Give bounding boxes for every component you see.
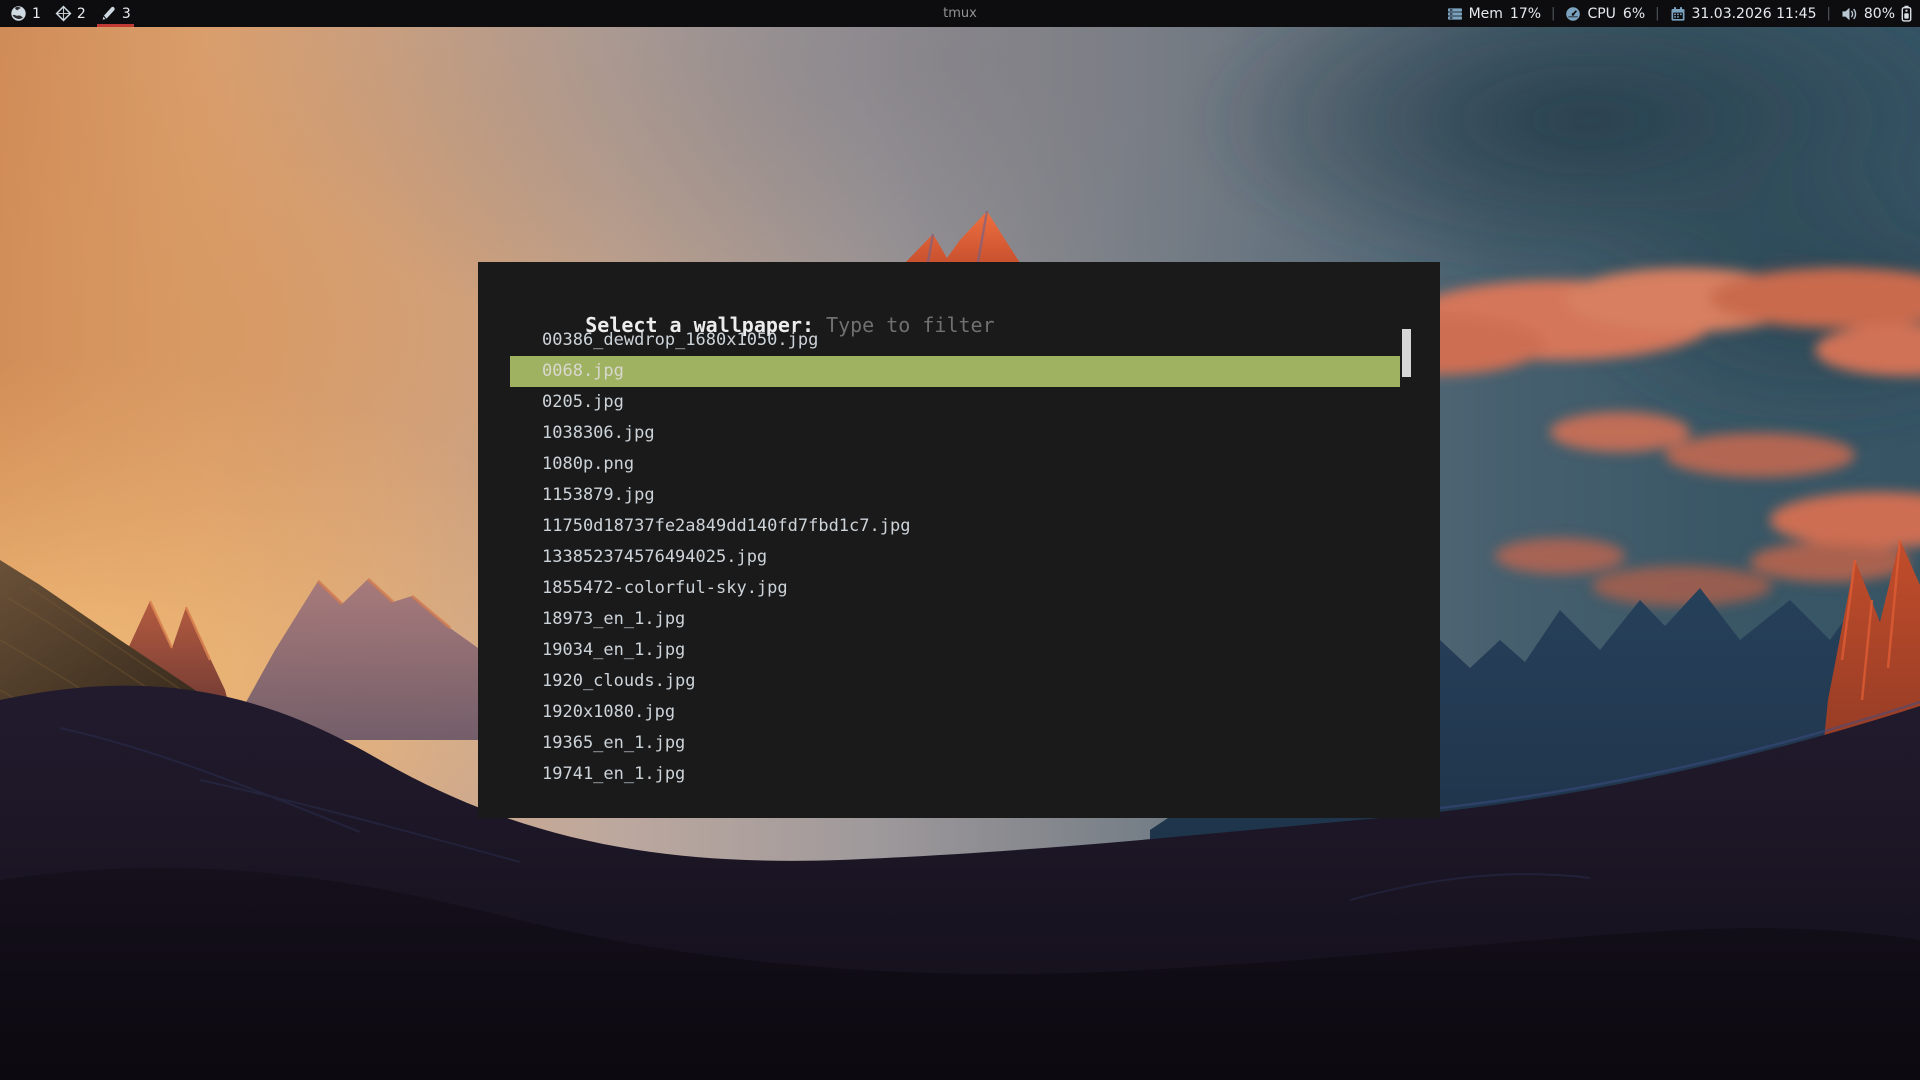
workspace-3[interactable]: 3 (100, 0, 131, 27)
wallpaper-filename: 0068.jpg (542, 361, 624, 381)
wallpaper-filename: 1038306.jpg (542, 423, 655, 443)
cpu-label: CPU (1587, 6, 1615, 22)
wallpaper-filename: 1855472-colorful-sky.jpg (542, 578, 788, 598)
wallpaper-list-item[interactable]: 1855472-colorful-sky.jpg (510, 573, 1400, 604)
wallpaper-filename: 00386_dewdrop_1680x1050.jpg (542, 330, 818, 350)
wallpaper-list-item[interactable]: 1038306.jpg (510, 418, 1400, 449)
workspace-label: 1 (32, 6, 41, 22)
wallpaper-list-item[interactable]: 00386_dewdrop_1680x1050.jpg (510, 325, 1400, 356)
wallpaper-list-item[interactable]: 19741_en_1.jpg (510, 759, 1400, 790)
cpu-module: CPU 6% (1565, 6, 1645, 22)
wallpaper-filename: 1153879.jpg (542, 485, 655, 505)
datetime: 31.03.2026 11:45 (1692, 6, 1817, 22)
separator: | (1826, 6, 1830, 21)
separator: | (1551, 6, 1555, 21)
calendar-icon (1670, 6, 1686, 22)
separator: | (1655, 6, 1659, 21)
wallpaper-filename: 1920_clouds.jpg (542, 671, 696, 691)
workspace-1[interactable]: 1 (10, 0, 41, 27)
desktop: 1 2 3 tmux Mem 17% (0, 0, 1920, 1080)
wallpaper-filename: 19741_en_1.jpg (542, 764, 685, 784)
status-bar: 1 2 3 tmux Mem 17% (0, 0, 1920, 27)
window-title: tmux (943, 0, 977, 27)
wallpaper-filename: 18973_en_1.jpg (542, 609, 685, 629)
wallpaper-list-item[interactable]: 19365_en_1.jpg (510, 728, 1400, 759)
volume-value: 80% (1864, 6, 1895, 22)
volume-battery-module: 80% (1841, 5, 1912, 22)
memory-label: Mem (1469, 6, 1503, 22)
wallpaper-picker-dialog: Select a wallpaper:Type to filter 00386_… (478, 262, 1440, 818)
workspace-2[interactable]: 2 (55, 0, 86, 27)
speaker-icon (1841, 6, 1858, 22)
wallpaper-list-item[interactable]: 1153879.jpg (510, 480, 1400, 511)
wallpaper-filename: 1920x1080.jpg (542, 702, 675, 722)
wallpaper-list-item[interactable]: 11750d18737fe2a849dd140fd7fbd1c7.jpg (510, 511, 1400, 542)
wallpaper-list-item[interactable]: 133852374576494025.jpg (510, 542, 1400, 573)
status-modules: Mem 17% | CPU 6% | 31.03.2026 11:45 | (1447, 0, 1920, 27)
wallpaper-list-item[interactable]: 19034_en_1.jpg (510, 635, 1400, 666)
wallpaper-list-item[interactable]: 0068.jpg (510, 356, 1400, 387)
cpu-gauge-icon (1565, 6, 1581, 22)
wallpaper-filename: 0205.jpg (542, 392, 624, 412)
pen-icon (100, 5, 117, 22)
wallpaper-filename: 11750d18737fe2a849dd140fd7fbd1c7.jpg (542, 516, 910, 536)
wallpaper-list-item[interactable]: 0205.jpg (510, 387, 1400, 418)
workspace-label: 3 (122, 6, 131, 22)
globe-icon (10, 5, 27, 22)
clock-module: 31.03.2026 11:45 (1670, 6, 1817, 22)
memory-module: Mem 17% (1447, 6, 1541, 22)
wallpaper-list-item[interactable]: 1920_clouds.jpg (510, 666, 1400, 697)
workspace-label: 2 (77, 6, 86, 22)
wallpaper-filename: 19034_en_1.jpg (542, 640, 685, 660)
wallpaper-filename: 1080p.png (542, 454, 634, 474)
wallpaper-filename: 133852374576494025.jpg (542, 547, 767, 567)
wallpaper-filename: 19365_en_1.jpg (542, 733, 685, 753)
workspace-switcher: 1 2 3 (0, 0, 141, 27)
wallpaper-list: 00386_dewdrop_1680x1050.jpg 0068.jpg 0205.… (510, 325, 1400, 790)
wallpaper-list-item[interactable]: 18973_en_1.jpg (510, 604, 1400, 635)
wallpaper-list-item[interactable]: 1080p.png (510, 449, 1400, 480)
memory-icon (1447, 6, 1463, 22)
gem-icon (55, 5, 72, 22)
scrollbar-thumb[interactable] (1402, 329, 1411, 377)
cpu-value: 6% (1623, 6, 1645, 22)
battery-icon (1901, 5, 1912, 22)
memory-value: 17% (1510, 6, 1541, 22)
wallpaper-list-item[interactable]: 1920x1080.jpg (510, 697, 1400, 728)
